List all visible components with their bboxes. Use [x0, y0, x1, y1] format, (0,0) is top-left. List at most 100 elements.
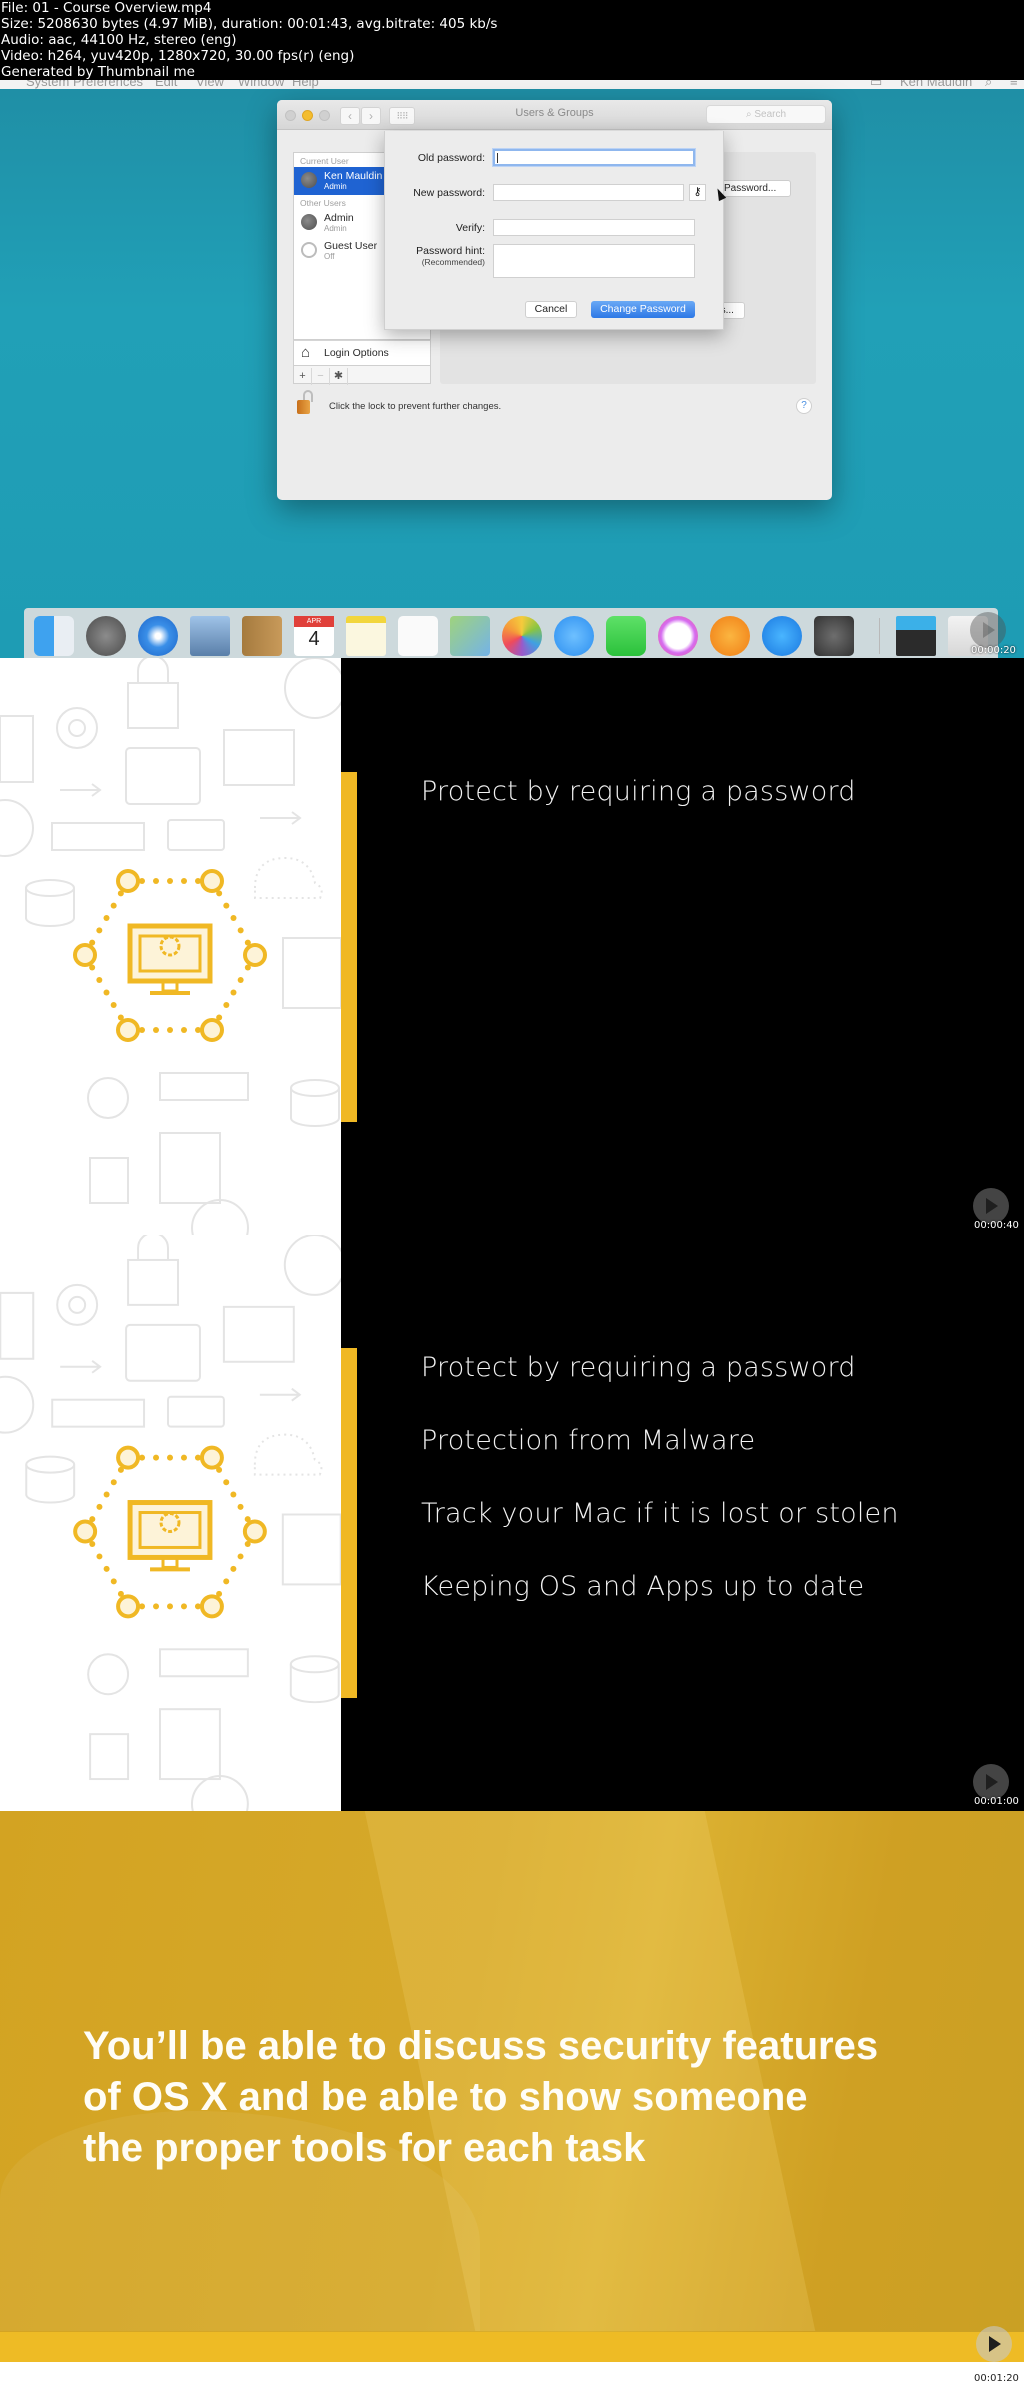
hexagon-node-icon	[200, 869, 224, 893]
hexagon-dot	[110, 902, 117, 909]
database-pattern-icon	[289, 1655, 340, 1674]
menu-item-help[interactable]: Help	[292, 80, 319, 89]
goal-line: the proper tools for each task	[83, 2126, 646, 2170]
menu-item-app[interactable]: System Preferences	[26, 80, 143, 89]
gear-pattern-icon	[87, 1653, 130, 1696]
password-hint-field[interactable]	[493, 244, 695, 278]
finder-icon[interactable]	[34, 616, 74, 656]
remove-user-button[interactable]: −	[312, 368, 330, 385]
users-groups-window: ‹ › ⠿⠿ Users & Groups ⌕ Search Current U…	[277, 100, 832, 500]
hexagon-dot	[153, 878, 159, 884]
old-password-field[interactable]	[493, 149, 695, 166]
hexagon-dot	[103, 1565, 110, 1572]
old-password-label: Old password:	[417, 152, 485, 164]
course-goal-text: You’ll be able to discuss security featu…	[83, 2021, 983, 2174]
gear-icon[interactable]: ✱	[330, 368, 348, 385]
gear-pattern-icon	[68, 719, 86, 737]
itunes-icon[interactable]	[658, 616, 698, 656]
verify-field[interactable]	[493, 219, 695, 236]
hexagon-dot	[223, 1002, 230, 1008]
login-options-item[interactable]: ⌂ Login Options	[293, 340, 431, 366]
ibooks-icon[interactable]	[710, 616, 750, 656]
facetime-icon[interactable]	[606, 616, 646, 656]
hexagon-dot	[110, 1578, 117, 1585]
accent-bar	[341, 1348, 357, 1698]
gear-pattern-icon	[56, 707, 98, 749]
flowchart-pattern-icon	[222, 1305, 295, 1363]
hexagon-dot	[230, 1491, 237, 1498]
monitor-icon	[127, 1500, 213, 1560]
hexagon-node-icon	[116, 1445, 141, 1470]
frame-timestamp: 00:00:40	[974, 1220, 1019, 1231]
database-pattern-icon	[25, 879, 75, 897]
lock-hint-text: Click the lock to prevent further change…	[329, 401, 502, 412]
hexagon-dot	[96, 977, 103, 983]
hexagon-dot	[103, 915, 110, 921]
cancel-button[interactable]: Cancel	[525, 301, 577, 318]
hexagon-dot	[153, 1027, 159, 1033]
tablet-pattern-icon	[125, 747, 201, 805]
menu-item-edit[interactable]: Edit	[155, 80, 177, 89]
change-password-confirm-button[interactable]: Change Password	[591, 301, 695, 318]
globe-pattern-icon	[0, 1375, 35, 1434]
hexagon-dot	[181, 878, 187, 884]
file-info-line: Video: h264, yuv420p, 1280x720, 30.00 fp…	[1, 48, 355, 64]
login-options-label: Login Options	[324, 347, 389, 359]
cloud-pattern-icon	[254, 856, 323, 899]
document-pattern-icon	[159, 1132, 221, 1204]
contacts-icon[interactable]	[242, 616, 282, 656]
search-field[interactable]: ⌕ Search	[706, 105, 826, 124]
usb-pattern-icon	[60, 1359, 102, 1374]
safari-icon[interactable]	[138, 616, 178, 656]
globe-pattern-icon	[191, 1199, 249, 1235]
dock-separator	[879, 618, 880, 654]
photos-icon[interactable]	[502, 616, 542, 656]
hexagon-node-icon	[73, 943, 97, 967]
hexagon-dot	[110, 1479, 117, 1486]
downloads-stack-icon[interactable]	[896, 616, 936, 656]
hexagon-dot	[96, 1553, 103, 1560]
calendar-icon[interactable]: APR 4	[294, 616, 334, 656]
tech-pattern-background	[0, 1235, 341, 1811]
help-button[interactable]: ?	[796, 398, 812, 414]
password-assistant-key-icon[interactable]: ⚷	[689, 184, 706, 201]
system-preferences-icon[interactable]	[814, 616, 854, 656]
display-icon[interactable]: ▭	[870, 80, 882, 89]
hexagon-dot	[153, 1603, 160, 1610]
hexagon-node-icon	[116, 1594, 141, 1619]
menu-item-view[interactable]: View	[196, 80, 224, 89]
spotlight-icon[interactable]: ⌕	[985, 80, 992, 89]
file-info-line: Audio: aac, 44100 Hz, stereo (eng)	[1, 32, 237, 48]
reminders-icon[interactable]	[398, 616, 438, 656]
usb-pattern-icon	[259, 1387, 302, 1402]
maps-icon[interactable]	[450, 616, 490, 656]
bullet-item: Protection from Malware	[421, 1425, 756, 1456]
messages-icon[interactable]	[554, 616, 594, 656]
tablet-pattern-icon	[125, 1323, 201, 1382]
notes-icon[interactable]	[346, 616, 386, 656]
app-store-icon[interactable]	[762, 616, 802, 656]
hexagon-dot	[167, 1603, 173, 1610]
play-badge-icon	[970, 612, 1006, 648]
menu-item-window[interactable]: Window	[238, 80, 284, 89]
flowchart-pattern-icon	[282, 937, 341, 1009]
hexagon-dot	[237, 1553, 244, 1560]
mail-icon[interactable]	[190, 616, 230, 656]
lock-icon[interactable]	[295, 390, 315, 414]
new-password-field[interactable]	[493, 184, 684, 201]
launchpad-icon[interactable]	[86, 616, 126, 656]
accent-strip	[0, 2332, 1024, 2362]
frame-slide-2: Protect by requiring a password Protecti…	[0, 1235, 1024, 1811]
hexagon-dot	[153, 1454, 160, 1461]
password-hint-label: Password hint: (Recommended)	[416, 245, 485, 267]
hexagon-dot	[237, 977, 244, 983]
hexagon-node-icon	[73, 1519, 98, 1544]
add-user-button[interactable]: +	[294, 368, 312, 385]
notification-center-icon[interactable]: ≡	[1010, 80, 1018, 89]
menu-user-name[interactable]: Ken Mauldin	[900, 80, 972, 89]
play-badge-icon	[973, 1188, 1009, 1224]
change-password-button[interactable]: Password...	[719, 180, 791, 197]
document-pattern-icon	[159, 1708, 221, 1781]
lock-pattern-icon	[127, 1258, 179, 1306]
hexagon-dot	[223, 1578, 230, 1585]
